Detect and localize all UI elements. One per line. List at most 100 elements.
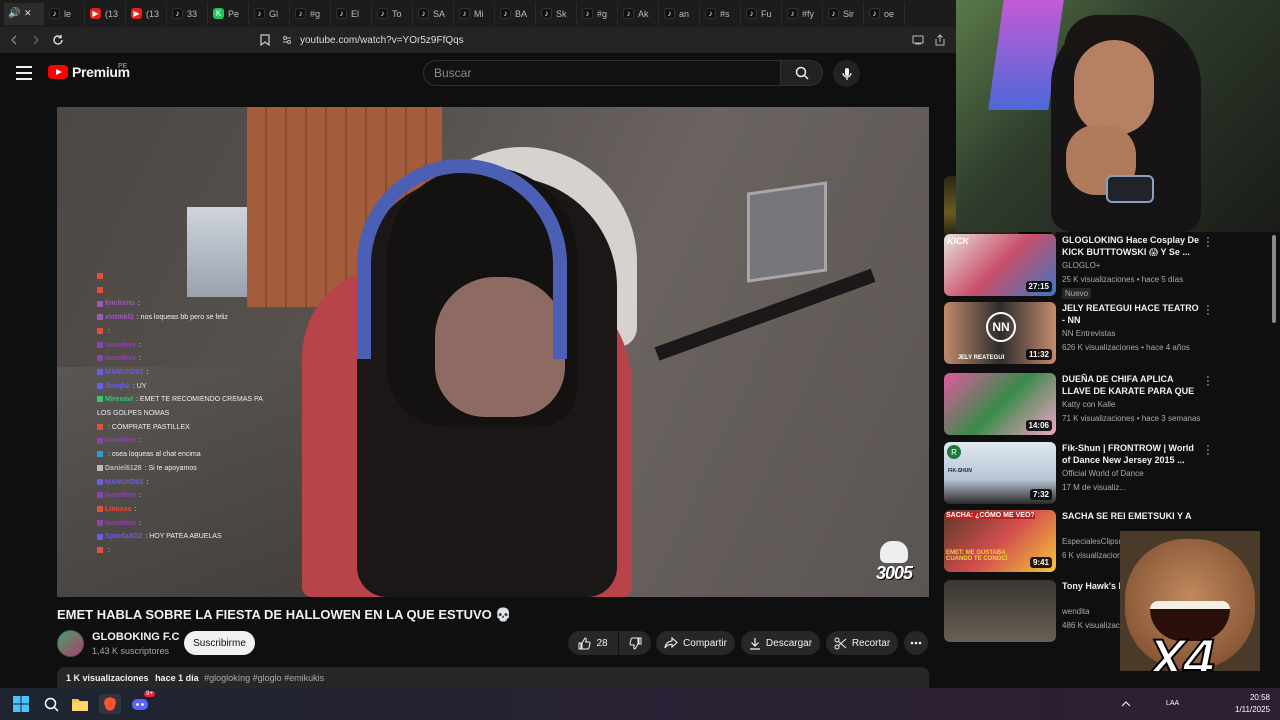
dislike-button[interactable] bbox=[619, 631, 651, 655]
video-thumbnail[interactable]: JELY REATEGUI NN 11:32 bbox=[944, 302, 1056, 364]
share-page-icon[interactable] bbox=[932, 32, 948, 48]
windows-start-icon[interactable] bbox=[11, 694, 31, 714]
more-vertical-icon[interactable]: · · · bbox=[1204, 301, 1212, 320]
video-thumbnail[interactable]: KICK 27:15 bbox=[944, 234, 1056, 296]
share-button[interactable]: Compartir bbox=[656, 631, 735, 655]
search-button[interactable] bbox=[781, 60, 823, 86]
discord-icon[interactable]: 9+ bbox=[130, 691, 155, 714]
recommended-channel[interactable]: NN Entrevistas bbox=[1062, 329, 1115, 338]
recommended-channel[interactable]: wendita bbox=[1062, 607, 1090, 616]
microphone-icon bbox=[841, 67, 852, 80]
search-taskbar-icon[interactable] bbox=[41, 694, 61, 714]
browser-tab[interactable]: ♪ #fy bbox=[782, 2, 823, 25]
clock[interactable]: 20:58 1/11/2025 bbox=[1235, 692, 1270, 716]
browser-tab[interactable]: ♪ BA bbox=[495, 2, 536, 25]
brave-browser-icon[interactable] bbox=[99, 694, 121, 714]
browser-tab[interactable]: ♪ an bbox=[659, 2, 700, 25]
browser-tab[interactable]: ♪ Fu bbox=[741, 2, 782, 25]
browser-tab[interactable]: ♪ Gl bbox=[249, 2, 290, 25]
browser-tab[interactable]: ♪ #s bbox=[700, 2, 741, 25]
channel-avatar[interactable] bbox=[57, 630, 84, 657]
browser-tab[interactable]: ♪ #g bbox=[290, 2, 331, 25]
bookmark-icon[interactable] bbox=[257, 32, 273, 48]
tiktok-icon: ♪ bbox=[664, 8, 675, 19]
browser-tab[interactable]: ♪ SA bbox=[413, 2, 454, 25]
recommended-video[interactable]: JELY REATEGUI NN 11:32 JELY REATEGUI HACE T… bbox=[944, 301, 1244, 366]
browser-tab[interactable]: ▶ (13 bbox=[85, 2, 126, 25]
recommended-channel[interactable]: Official World of Dance bbox=[1062, 469, 1144, 478]
tab-label: Fu bbox=[761, 8, 772, 19]
webcam-overlay bbox=[956, 0, 1280, 232]
recommended-title[interactable]: DUEÑA DE CHIFA APLICA LLAVE DE KARATE PA… bbox=[1062, 373, 1202, 397]
video-player[interactable]: foiclorito: xiotmkf2: nos loqueas bb pero… bbox=[57, 107, 929, 597]
recommended-title[interactable]: Fik-Shun | FRONTROW | World of Dance New… bbox=[1062, 442, 1202, 466]
meme-multiplier-text: X4 bbox=[1147, 626, 1215, 671]
chat-message: Ivannferv: bbox=[97, 352, 277, 366]
voice-search-button[interactable] bbox=[833, 60, 860, 87]
recommended-channel[interactable]: EspecialesClipsu bbox=[1062, 537, 1123, 546]
video-thumbnail[interactable]: 14:06 bbox=[944, 373, 1056, 435]
recommended-channel[interactable]: GLOGLO+ bbox=[1062, 261, 1100, 270]
search-icon bbox=[795, 66, 809, 80]
browser-tab[interactable]: ♪ Ak bbox=[618, 2, 659, 25]
more-horizontal-icon bbox=[910, 641, 922, 645]
chat-message: xiotmkf2: nos loqueas bb pero se feliz bbox=[97, 311, 277, 325]
video-duration: 11:32 bbox=[1025, 349, 1052, 360]
browser-tab[interactable]: ♪ #g bbox=[577, 2, 618, 25]
search-input[interactable]: Buscar bbox=[423, 60, 781, 86]
more-vertical-icon[interactable]: · · · bbox=[1204, 233, 1212, 252]
close-tab-icon[interactable]: ✕ bbox=[24, 8, 32, 19]
browser-tab[interactable]: ♪ 33 bbox=[167, 2, 208, 25]
chat-badge-icon bbox=[97, 314, 103, 321]
more-vertical-icon[interactable]: · · · bbox=[1204, 372, 1212, 391]
tab-label: #g bbox=[597, 8, 608, 19]
browser-tab[interactable]: ♪ Sir bbox=[823, 2, 864, 25]
address-field[interactable]: youtube.com/watch?v=YOr5z9FfQqs bbox=[282, 30, 942, 50]
recommended-video[interactable]: R FIK-SHUN 7:32 Fik-Shun | FRONTROW | World… bbox=[944, 441, 1244, 506]
recommended-title[interactable]: SACHA SE REI EMETSUKI Y A bbox=[1062, 510, 1202, 522]
recommended-video[interactable]: 14:06 DUEÑA DE CHIFA APLICA LLAVE DE KARA… bbox=[944, 372, 1244, 437]
video-thumbnail[interactable]: R FIK-SHUN 7:32 bbox=[944, 442, 1056, 504]
video-thumbnail[interactable]: SACHA: ¿CÓMO ME VEO? EMET: ME GUSTABA CUA… bbox=[944, 510, 1056, 572]
recommended-title[interactable]: JELY REATEGUI HACE TEATRO - NN bbox=[1062, 302, 1202, 326]
recommended-channel[interactable]: Katty con Kalle bbox=[1062, 400, 1115, 409]
clip-button[interactable]: Recortar bbox=[826, 631, 898, 655]
browser-tab[interactable]: ♪ Sk bbox=[536, 2, 577, 25]
file-explorer-icon[interactable] bbox=[70, 694, 90, 714]
site-info-icon[interactable] bbox=[282, 35, 292, 45]
tiktok-icon: ♪ bbox=[541, 8, 552, 19]
input-language[interactable]: LAA bbox=[1166, 700, 1179, 707]
reload-button[interactable] bbox=[47, 29, 69, 51]
browser-tab[interactable]: ▶ (13 bbox=[126, 2, 167, 25]
subscribe-button[interactable]: Suscribirme bbox=[184, 631, 255, 655]
browser-tab[interactable]: ♪ le bbox=[44, 2, 85, 25]
video-duration: 7:32 bbox=[1029, 489, 1052, 500]
forward-button[interactable] bbox=[25, 29, 47, 51]
hashtags[interactable]: #gloglokíng #gloglo #emikukis bbox=[204, 673, 324, 683]
browser-tab[interactable]: ♪ oe bbox=[864, 2, 905, 25]
browser-tab[interactable]: ♪ To bbox=[372, 2, 413, 25]
video-title: EMET HABLA SOBRE LA FIESTA DE HALLOWEN E… bbox=[57, 607, 512, 622]
browser-tab[interactable]: 🔊 ✕ bbox=[4, 2, 44, 25]
recommended-video[interactable]: KICK 27:15 GLOGLOKING Hace Cosplay De KICK… bbox=[944, 233, 1244, 299]
browser-tab[interactable]: K Pe bbox=[208, 2, 249, 25]
more-actions-button[interactable] bbox=[904, 631, 928, 655]
back-button[interactable] bbox=[3, 29, 25, 51]
thumb-text: EMET: ME GUSTABA CUANDO TE CONOCÍ bbox=[946, 550, 1008, 562]
video-duration: 9:41 bbox=[1029, 557, 1052, 568]
like-button[interactable]: 28 bbox=[568, 631, 618, 655]
more-vertical-icon[interactable]: · · · bbox=[1204, 441, 1212, 460]
tiktok-icon: ♪ bbox=[705, 8, 716, 19]
cast-icon[interactable] bbox=[910, 32, 926, 48]
tray-expand-icon[interactable] bbox=[1116, 694, 1136, 714]
browser-tab[interactable]: ♪ Mi bbox=[454, 2, 495, 25]
sidebar-scrollbar[interactable] bbox=[1272, 235, 1276, 323]
recommended-title[interactable]: GLOGLOKING Hace Cosplay De KICK BUTTTOWS… bbox=[1062, 234, 1202, 258]
menu-icon[interactable] bbox=[16, 66, 32, 80]
browser-tab[interactable]: ♪ El bbox=[331, 2, 372, 25]
channel-name[interactable]: GLOBOKING F.C bbox=[92, 631, 179, 643]
video-thumbnail[interactable] bbox=[944, 580, 1056, 642]
download-button[interactable]: Descargar bbox=[741, 631, 820, 655]
youtube-premium-logo[interactable]: Premium PE bbox=[48, 63, 130, 80]
tab-label: an bbox=[679, 8, 690, 19]
